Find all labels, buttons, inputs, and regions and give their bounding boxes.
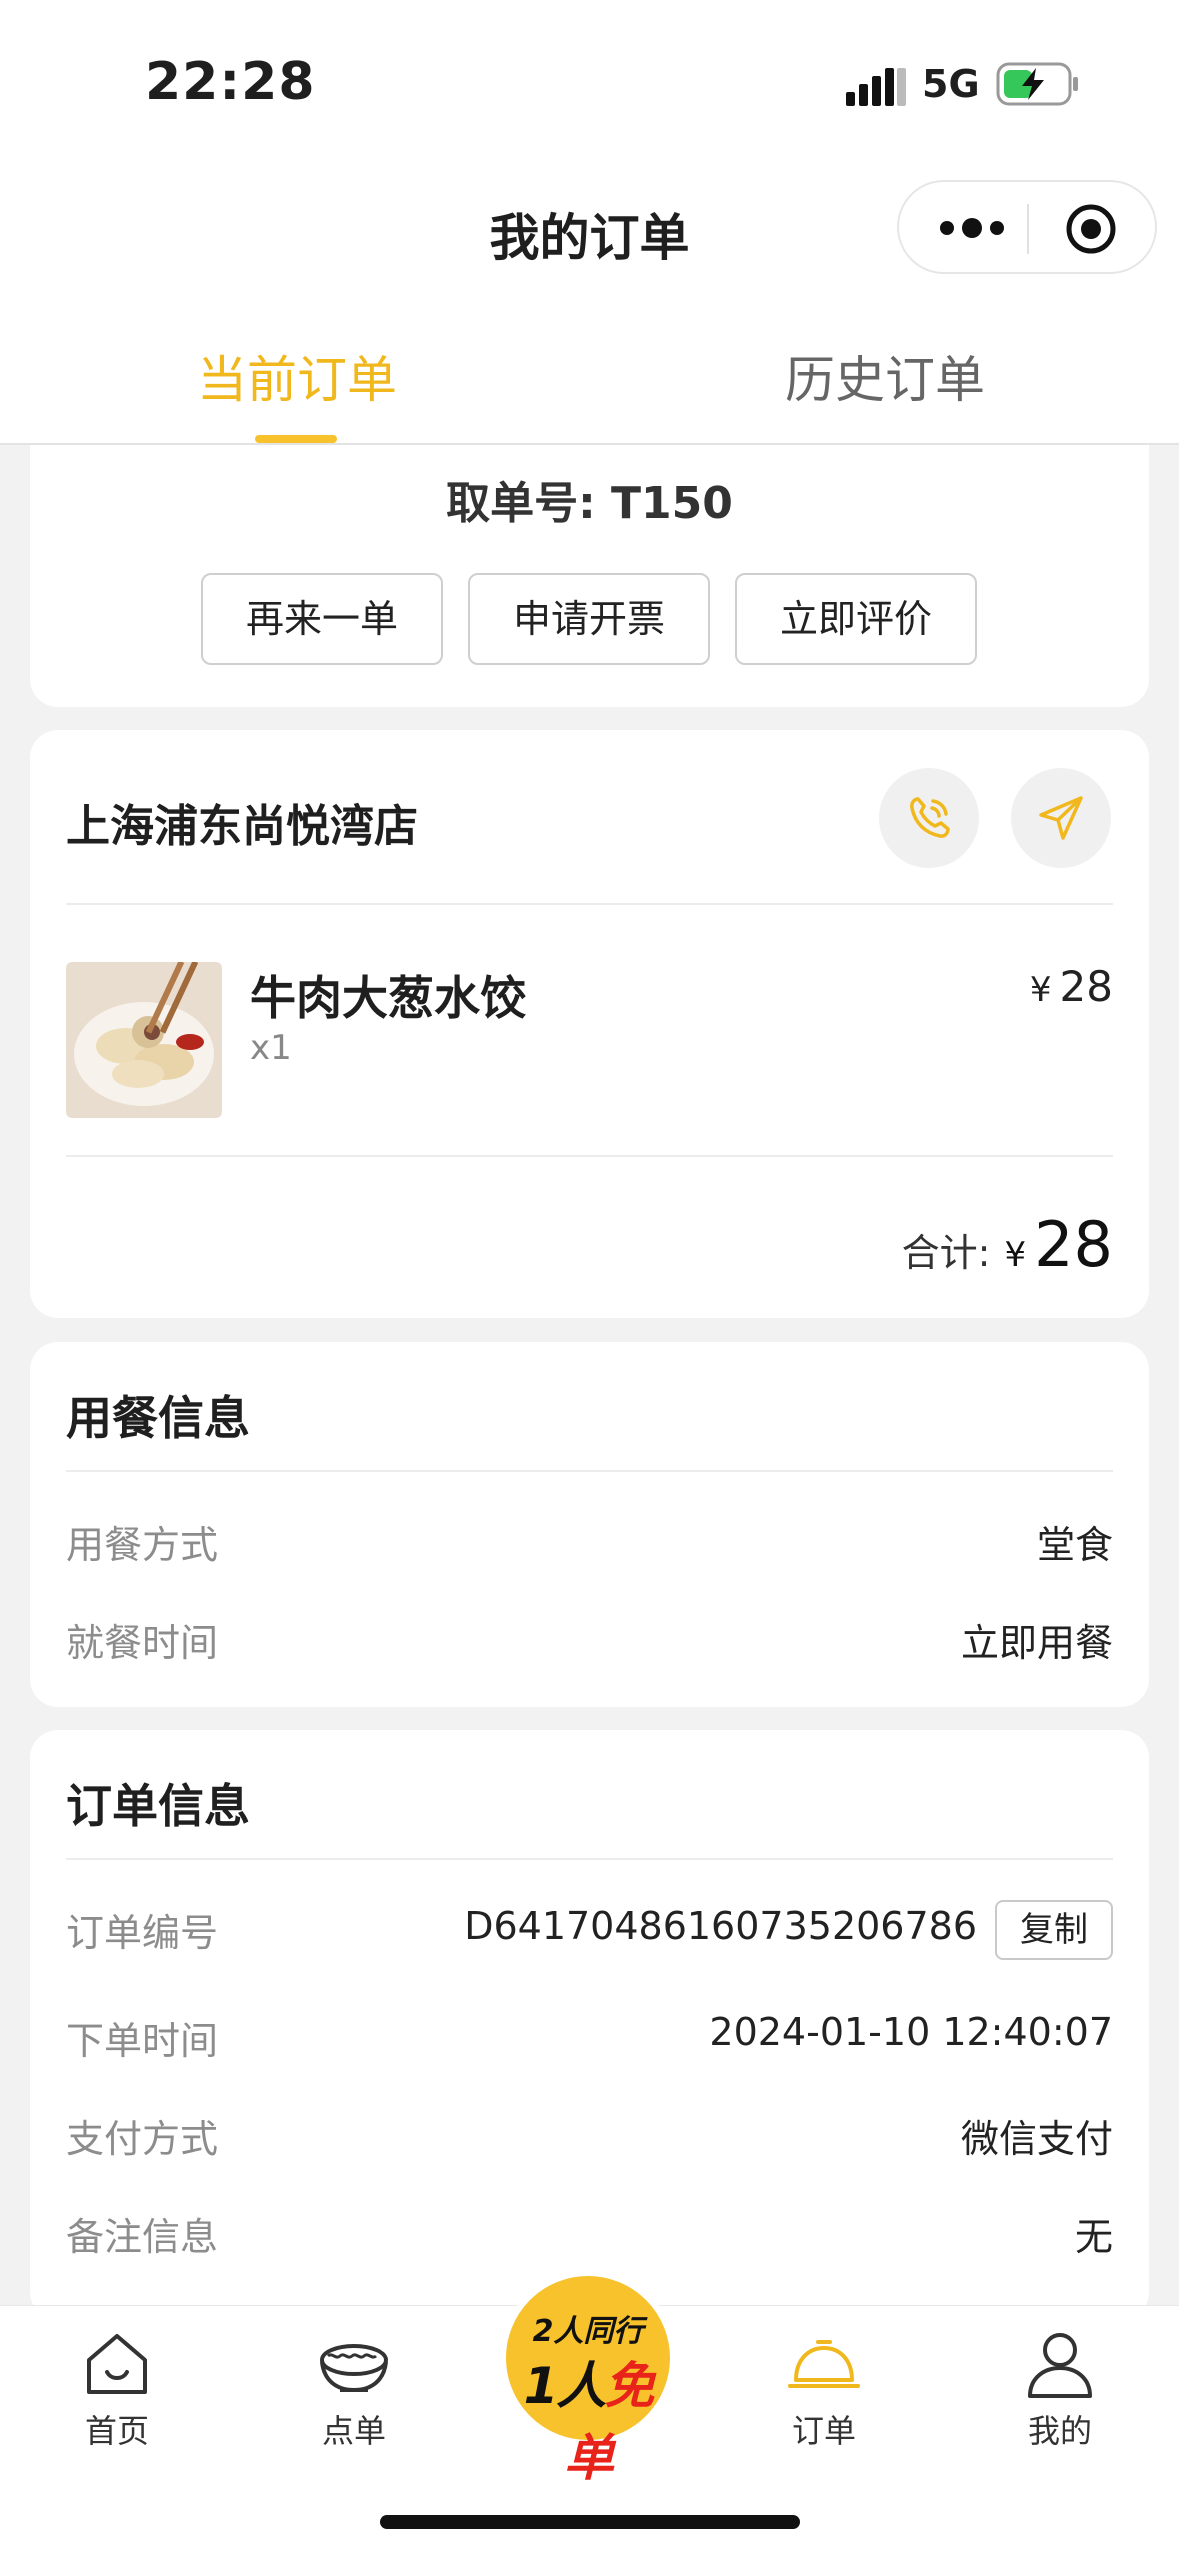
divider [66,903,1113,905]
noodle-bowl-icon [320,2344,388,2393]
dish-price: ¥28 [1030,962,1113,1011]
section-title: 订单信息 [66,1779,250,1833]
divider [66,1858,1113,1860]
tab-history-orders[interactable]: 历史订单 [785,340,985,412]
remark-value: 无 [1074,2215,1113,2259]
nav-home[interactable]: 首页 [47,2326,187,2452]
info-label: 用餐方式 [66,1523,219,1567]
capsule-divider [1027,204,1029,254]
nav-profile[interactable]: 我的 [990,2326,1130,2452]
store-order-card: 上海浦东尚悦湾店 牛肉大葱水饺 x1 ¥28 合计: ¥28 [30,730,1149,1318]
info-label: 支付方式 [66,2117,219,2161]
network-label: 5G [922,62,980,106]
navigate-icon [1039,796,1083,840]
pickup-number: 取单号: T150 [446,478,733,529]
promo-line-1: 2人同行 [532,2314,644,2349]
dining-info-card: 用餐信息 用餐方式 堂食 就餐时间 立即用餐 [30,1342,1149,1707]
store-name: 上海浦东尚悦湾店 [66,801,418,852]
tab-current-orders[interactable]: 当前订单 [197,340,397,412]
home-indicator [380,2515,800,2529]
order-info-card: 订单信息 订单编号 D6417048616073520678​6 复制 下单时间… [30,1730,1149,2320]
promo-line-2: 1人免单 [506,2346,670,2490]
more-icon[interactable] [937,210,1007,246]
promo-line-2-a: 1人 [523,2357,607,2415]
currency-symbol: ¥ [1029,970,1052,1010]
cloche-icon [788,2340,860,2388]
order-number-value: D6417048616073520678​6 [464,1904,977,1948]
home-icon [87,2334,147,2394]
total-value: 28 [1034,1208,1113,1281]
currency-symbol: ¥ [1004,1235,1027,1275]
order-time-value: 2024-01-10 12:40:07 [709,2010,1113,2054]
signal-icon [846,68,906,106]
active-tab-indicator [255,435,337,443]
dish-quantity: x1 [250,1028,292,1068]
close-miniprogram-icon[interactable] [1064,202,1118,256]
reorder-button[interactable]: 再来一单 [201,573,443,665]
divider [66,1155,1113,1157]
promo-badge[interactable]: 2人同行 1人免单 [500,2270,676,2487]
request-invoice-button[interactable]: 申请开票 [468,573,710,665]
dining-time-value: 立即用餐 [960,1621,1113,1665]
nav-orders[interactable]: 订单 [754,2326,894,2452]
nav-bar: 我的订单 [0,170,1179,285]
dish-name: 牛肉大葱水饺 [250,971,526,1025]
divider [66,1470,1113,1472]
mini-program-capsule [897,180,1157,274]
order-total: 合计: ¥28 [902,1208,1113,1281]
info-label: 下单时间 [66,2019,219,2063]
info-label: 订单编号 [66,1911,219,1955]
nav-label: 首页 [84,2412,149,2450]
battery-charging-icon [996,62,1078,106]
dish-image [66,962,222,1118]
total-label: 合计: [901,1231,991,1275]
review-button[interactable]: 立即评价 [735,573,977,665]
user-icon [1028,2333,1092,2398]
order-tabs: 当前订单 历史订单 [0,285,1179,445]
nav-label: 我的 [1027,2412,1092,2450]
copy-order-number-button[interactable]: 复制 [995,1900,1113,1960]
info-label: 备注信息 [66,2215,219,2259]
phone-icon [910,797,950,838]
order-summary-card: 取单号: T150 再来一单 申请开票 立即评价 [30,445,1149,707]
nav-label: 点单 [321,2412,386,2450]
payment-method-value: 微信支付 [960,2117,1113,2161]
navigate-store-button[interactable] [1011,768,1111,868]
status-bar: 22:28 5G [0,0,1179,170]
section-title: 用餐信息 [66,1391,250,1445]
nav-menu[interactable]: 点单 [284,2326,424,2452]
call-store-button[interactable] [879,768,979,868]
dish-price-value: 28 [1059,962,1113,1011]
dining-method-value: 堂食 [1036,1523,1113,1567]
status-time: 22:28 [145,52,316,112]
info-label: 就餐时间 [66,1621,219,1665]
nav-label: 订单 [791,2412,856,2450]
